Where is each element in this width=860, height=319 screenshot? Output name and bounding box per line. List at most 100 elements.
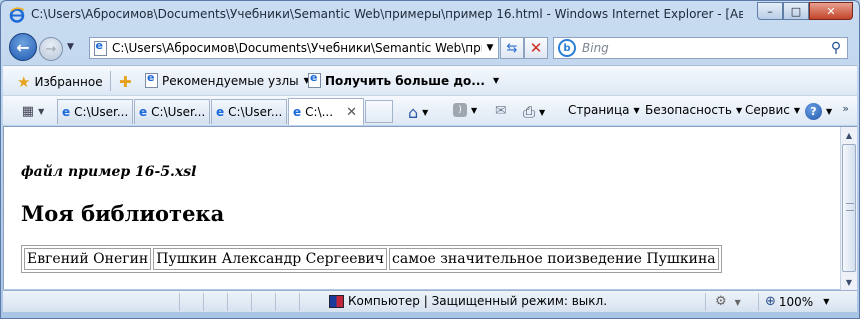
page-heading: Моя библиотека [21,201,225,226]
forward-arrow-icon: → [45,41,57,57]
ie-page-icon: e [139,105,148,119]
tab[interactable]: e C:\User... [57,99,133,124]
ie-logo-icon [9,7,25,23]
tab-label: C:\User... [228,105,283,119]
table-cell-author: Пушкин Александр Сергеевич [153,248,388,270]
table-row: Евгений Онегин Пушкин Александр Сергееви… [24,248,719,270]
address-bar[interactable]: C:\Users\Абросимов\Documents\Учебники\Se… [89,37,499,59]
ie-page-icon: e [293,105,302,119]
suggested-sites-label: Рекомендуемые узлы [162,73,299,88]
search-input[interactable]: Bing [576,41,825,55]
tab[interactable]: e C:\User... [134,99,210,124]
scroll-up-icon[interactable]: ▲ [841,127,857,143]
status-divider [705,293,706,311]
chevron-down-icon: ▼ [539,107,546,117]
forward-button[interactable]: → [39,37,63,61]
refresh-button[interactable]: ⇆ [500,37,524,59]
add-favorite-button[interactable]: ✚ [119,73,136,91]
zoom-icon: ⊕ [765,294,776,309]
home-button[interactable]: ⌂ ▼ [408,103,428,122]
page-icon [145,71,158,88]
favorites-button[interactable]: ★ Избранное [17,73,103,91]
tab-label: C:\... [305,105,334,119]
close-tab-icon[interactable]: ✕ [346,105,357,120]
library-table: Евгений Онегин Пушкин Александр Сергееви… [21,245,722,273]
table-cell-description: самое значительное поизведение Пушкина [389,248,719,270]
zoom-level: 100% [778,294,814,309]
safety-menu-label: Безопасность [645,103,732,117]
security-zone[interactable]: Компьютер | Защищенный режим: выкл. [329,294,607,308]
ie-page-icon: e [62,105,71,119]
print-icon: ⎙ [523,103,536,121]
title-bar: C:\Users\Абросимов\Documents\Учебники\Se… [1,1,859,29]
get-more-addons-button[interactable]: Получить больше до... ▼ [308,71,500,88]
address-dropdown-icon[interactable]: ▼ [482,43,498,53]
safety-menu[interactable]: Безопасность ▼ [645,103,742,117]
chevron-down-icon: ▼ [735,105,743,115]
navigation-bar: ← → ▼ C:\Users\Абросимов\Documents\Учебн… [1,31,859,65]
favorites-label: Избранное [34,75,103,89]
minimize-button[interactable]: – [757,2,783,20]
history-dropdown-icon[interactable]: ▼ [67,42,74,52]
protected-mode-icon[interactable]: ⚙ ▼ [715,294,741,309]
close-button[interactable]: ✕ [809,2,853,20]
quick-tabs-button[interactable]: ▦ ▼ [13,100,53,122]
status-divider [251,293,252,311]
chevron-down-icon: ▼ [823,297,830,306]
refresh-icon: ⇆ [506,40,518,56]
zoom-control[interactable]: ⊕ 100% ▼ [765,294,829,309]
tools-menu-label: Сервис [745,103,790,117]
rss-icon: ) [453,103,467,117]
suggested-sites-button[interactable]: Рекомендуемые узлы ▼ [145,71,310,88]
status-divider [275,293,276,311]
chevron-down-icon: ▼ [826,107,833,116]
chevron-down-icon: ▼ [422,108,429,117]
tab-active[interactable]: e C:\... ✕ [288,98,364,125]
help-button[interactable]: ? ▼ [805,103,832,120]
tools-menu[interactable]: Сервис ▼ [745,103,800,117]
bing-icon: b [558,39,576,57]
add-to-favorites-icon: ✚ [119,73,132,91]
chevron-down-icon: ▼ [471,105,478,115]
read-mail-button[interactable]: ✉ [495,103,507,119]
status-divider [203,293,204,311]
scrollbar-thumb[interactable] [842,144,856,272]
more-chevron-icon[interactable]: » [842,102,849,115]
tab-label: C:\User... [74,105,129,119]
feeds-button[interactable]: ) ▼ [453,103,477,117]
search-icon[interactable]: ⚲ [825,40,847,56]
chevron-down-icon: ▼ [492,76,500,85]
favorites-bar: ★ Избранное ✚ Рекомендуемые узлы ▼ Получ… [3,65,857,95]
separator [110,71,111,91]
status-bar: Компьютер | Защищенный режим: выкл. ⚙ ▼ ⊕… [3,290,857,312]
mail-icon: ✉ [495,103,507,119]
page-menu[interactable]: Страница ▼ [568,103,640,117]
browser-window: C:\Users\Абросимов\Documents\Учебники\Se… [0,0,860,319]
tab-bar: ▦ ▼ e C:\User... e C:\User... e C:\User..… [3,95,857,125]
back-arrow-icon: ← [16,37,30,57]
tab-label: C:\User... [151,105,206,119]
stop-button[interactable]: ✕ [524,37,548,59]
status-divider [227,293,228,311]
window-controls: – □ ✕ [757,2,853,21]
tab[interactable]: e C:\User... [211,99,287,124]
grid-icon: ▦ [21,103,35,119]
vertical-scrollbar[interactable]: ▲ ▼ [840,127,857,290]
page-menu-label: Страница [568,103,630,117]
chevron-down-icon: ▼ [38,106,45,116]
address-text[interactable]: C:\Users\Абросимов\Documents\Учебники\Se… [110,41,482,55]
status-divider [179,293,180,311]
table-cell-title: Евгений Онегин [24,248,152,270]
search-box[interactable]: b Bing ⚲ [553,37,848,59]
zone-status-text: Компьютер | Защищенный режим: выкл. [348,294,608,308]
print-button[interactable]: ⎙ ▼ [523,103,545,121]
new-tab-button[interactable] [365,100,393,123]
scroll-down-icon[interactable]: ▼ [841,274,857,290]
maximize-button[interactable]: □ [783,2,809,20]
status-divider [758,293,759,311]
home-icon: ⌂ [408,103,419,122]
page-icon [308,71,321,88]
back-button[interactable]: ← [9,33,37,61]
get-more-label: Получить больше до... [325,73,485,88]
page-icon [90,39,110,56]
